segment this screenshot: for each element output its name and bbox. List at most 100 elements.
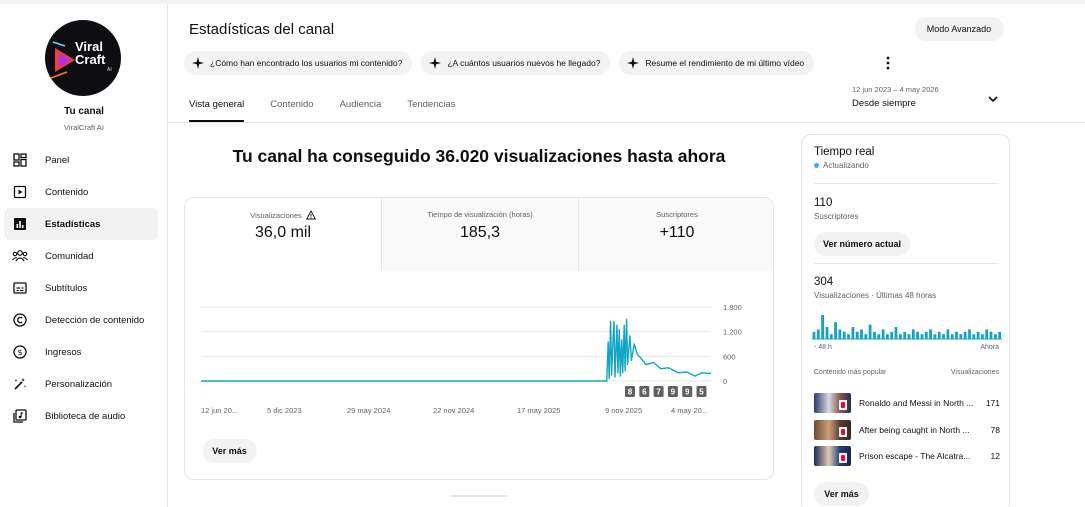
sidebar-item-customization[interactable]: Personalización	[4, 368, 158, 400]
community-icon	[12, 248, 28, 264]
svg-text:7: 7	[656, 388, 661, 397]
video-views: 12	[990, 451, 1000, 461]
spark-bar	[959, 334, 963, 339]
earn-icon: $	[12, 344, 28, 360]
sidebar-item-label: Biblioteca de audio	[45, 410, 126, 422]
spark-bar	[834, 322, 837, 339]
realtime-title: Tiempo real	[814, 146, 875, 158]
sidebar-item-content[interactable]: Contenido	[4, 176, 158, 208]
metric-watch-time[interactable]: Tiempo de visualización (horas) 185,3	[381, 198, 578, 271]
warning-icon[interactable]	[305, 210, 316, 220]
views-chart[interactable]: 1.800 1.200 600 0 12 jun 20... 5 dic 2023 29 …	[185, 271, 774, 421]
sidebar-item-earn[interactable]: $ Ingresos	[4, 336, 158, 368]
metric-subscribers[interactable]: Suscriptores +110	[578, 198, 773, 271]
tab-content[interactable]: Contenido	[270, 99, 313, 122]
spark-bar	[994, 334, 997, 339]
spark-bar	[981, 334, 984, 339]
sidebar-item-label: Panel	[45, 154, 70, 166]
suggestion-chip[interactable]: ¿A cuántos usuarios nuevos he llegado?	[421, 51, 611, 75]
more-options-icon[interactable]	[884, 55, 892, 71]
x-tick-label: 29 may 2024	[347, 406, 390, 415]
views-headline: Tu canal ha conseguido 36.020 visualizac…	[232, 146, 726, 166]
realtime-views-label: Visualizaciones · Últimas 48 horas	[814, 291, 937, 300]
sidebar-item-copyright[interactable]: Detección de contenido	[4, 304, 158, 336]
svg-text:9: 9	[685, 388, 690, 397]
video-thumbnail	[814, 393, 851, 413]
sparkle-icon	[627, 57, 640, 69]
x-tick-label: 5 dic 2023	[267, 406, 302, 415]
svg-text:8: 8	[628, 388, 633, 397]
video-marker[interactable]: 9	[667, 386, 678, 397]
copyright-icon	[12, 312, 28, 328]
video-marker[interactable]: 9	[682, 386, 693, 397]
metric-views[interactable]: Visualizaciones 36,0 mil	[185, 198, 381, 271]
spark-bar	[920, 334, 924, 339]
see-live-count-button[interactable]: Ver número actual	[814, 232, 910, 256]
sidebar-nav: Panel Contenido Estadísticas Comunidad S…	[4, 144, 158, 432]
suggestion-chip[interactable]: ¿Cómo han encontrado los usuarios mi con…	[184, 51, 413, 75]
axis-end-label: Ahora	[980, 344, 999, 351]
list-item[interactable]: Prison escape - The Alcatra... 12	[814, 446, 1000, 466]
video-marker[interactable]: 6	[639, 386, 650, 397]
sidebar-item-subtitles[interactable]: Subtítulos	[4, 272, 158, 304]
spark-bar	[929, 329, 932, 339]
spark-bar	[946, 329, 950, 339]
video-marker[interactable]: 8	[625, 386, 635, 397]
date-range[interactable]: 12 jun 2023 – 4 may 2026	[852, 85, 939, 94]
sidebar-item-audio-library[interactable]: Biblioteca de audio	[4, 400, 158, 432]
subscriber-label: Suscriptores	[814, 212, 859, 221]
live-dot-icon	[814, 163, 819, 168]
chart-video-markers: 867995	[625, 386, 707, 397]
advanced-mode-button[interactable]: Modo Avanzado	[914, 17, 1004, 41]
tab-audience[interactable]: Audiencia	[340, 99, 382, 122]
spark-bar	[877, 334, 881, 339]
tab-overview[interactable]: Vista general	[189, 99, 245, 122]
list-item[interactable]: Ronaldo and Messi in North ... 171	[814, 393, 1000, 413]
see-more-button[interactable]: Ver más	[814, 482, 869, 506]
list-item[interactable]: After being caught in North ... 78	[814, 420, 1000, 440]
spark-bar	[812, 331, 816, 339]
avatar-logo-text: Viral Craft	[75, 39, 106, 67]
chevron-down-icon[interactable]	[987, 93, 999, 105]
y-tick-label: 1.200	[723, 328, 742, 337]
content-icon	[12, 184, 28, 200]
spark-bar	[842, 331, 846, 339]
audio-library-icon	[12, 408, 28, 424]
metric-label: Tiempo de visualización (horas)	[427, 210, 533, 219]
spark-bar	[851, 327, 855, 339]
sidebar-item-analytics[interactable]: Estadísticas	[4, 208, 158, 240]
sidebar-item-label: Ingresos	[45, 346, 82, 358]
tab-trends[interactable]: Tendencias	[407, 99, 455, 122]
sidebar-item-community[interactable]: Comunidad	[4, 240, 158, 272]
spark-bar	[886, 334, 889, 339]
video-title: Prison escape - The Alcatra...	[859, 451, 971, 461]
video-title: After being caught in North ...	[859, 425, 970, 435]
sidebar-item-label: Subtítulos	[45, 282, 88, 294]
chip-label: Resume el rendimiento de mi último vídeo	[645, 58, 805, 68]
spark-bar	[955, 331, 958, 339]
y-tick-label: 1.800	[723, 303, 742, 312]
metric-value: +110	[659, 224, 695, 241]
metric-tabs: Visualizaciones 36,0 mil Tiempo de visua…	[185, 198, 773, 271]
header-divider	[168, 122, 1085, 123]
sparkle-icon	[192, 57, 204, 69]
date-period-label[interactable]: Desde siempre	[852, 98, 916, 109]
x-tick-label: 12 jun 20...	[201, 406, 238, 415]
avatar-logo-sub: AI	[107, 67, 112, 73]
spark-bar	[911, 329, 915, 339]
x-tick-label: 4 may 20...	[671, 406, 708, 415]
video-thumbnail	[814, 420, 851, 440]
see-more-button[interactable]: Ver más	[202, 439, 257, 463]
sidebar-item-panel[interactable]: Panel	[4, 144, 158, 176]
suggestion-chip[interactable]: Resume el rendimiento de mi último vídeo	[619, 51, 815, 75]
realtime-views-sparkline[interactable]	[812, 311, 1002, 341]
svg-text:$: $	[17, 348, 22, 357]
video-title: Ronaldo and Messi in North ...	[859, 398, 974, 408]
spark-bar	[881, 329, 885, 339]
spark-bar	[860, 329, 863, 339]
video-marker[interactable]: 7	[653, 386, 664, 397]
spark-bar	[916, 331, 919, 339]
x-tick-label: 17 may 2025	[517, 406, 560, 415]
channel-avatar[interactable]: Viral Craft AI	[45, 20, 121, 96]
video-marker[interactable]: 5	[696, 386, 707, 397]
